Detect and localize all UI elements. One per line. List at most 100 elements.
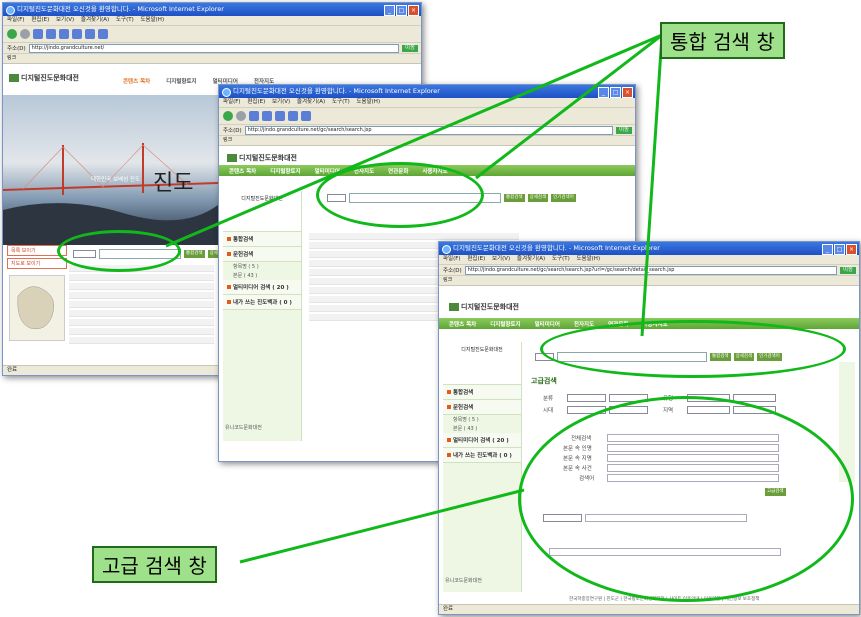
menu-edit[interactable]: 편집(E) bbox=[247, 99, 265, 105]
sidebar-sub-title[interactable]: 항목명 ( 5 ) bbox=[223, 262, 301, 271]
category-select-1[interactable] bbox=[567, 394, 606, 402]
sidebar-item-integrated[interactable]: 통합검색 bbox=[443, 385, 521, 400]
hero-slogan: 대한민국 보배섬 진도 bbox=[91, 177, 141, 183]
left-sidebar: 디지털진도문화대전 통합검색 문헌검색 항목명 ( 5 ) 본문 ( 43 ) … bbox=[223, 191, 302, 441]
list-item[interactable] bbox=[69, 328, 214, 335]
address-input[interactable]: http://jindo.grandculture.net/gc/search/… bbox=[244, 125, 613, 135]
nav-item[interactable]: 디지털향토지 bbox=[490, 320, 520, 328]
menu-favorites[interactable]: 즐겨찾기(A) bbox=[517, 256, 545, 262]
sidebar-item-document[interactable]: 문헌검색 bbox=[443, 400, 521, 415]
maximize-button[interactable]: □ bbox=[610, 87, 621, 98]
go-button[interactable]: 이동 bbox=[616, 126, 632, 134]
menu-bar: 파일(F) 편집(E) 보기(V) 즐겨찾기(A) 도구(T) 도움말(H) bbox=[439, 255, 859, 265]
partner-badge[interactable]: 유니코드문화대전 bbox=[225, 424, 262, 431]
nav-item[interactable]: 디지털향토지 bbox=[270, 167, 300, 175]
go-button[interactable]: 이동 bbox=[840, 266, 856, 274]
nav-item[interactable]: 콘텐츠 목차 bbox=[449, 320, 476, 328]
menu-help[interactable]: 도움말(H) bbox=[576, 256, 600, 262]
stop-icon[interactable] bbox=[249, 111, 259, 121]
sidebar-item-document[interactable]: 문헌검색 bbox=[223, 247, 301, 262]
maximize-button[interactable]: □ bbox=[834, 244, 845, 255]
nav-item[interactable]: 멀티미디어 bbox=[535, 320, 560, 328]
menu-favorites[interactable]: 즐겨찾기(A) bbox=[81, 17, 109, 23]
window-title: 디지털진도문화대전 오신것을 환영합니다. bbox=[17, 5, 131, 13]
menu-file[interactable]: 파일(F) bbox=[443, 256, 461, 262]
menu-tools[interactable]: 도구(T) bbox=[552, 256, 570, 262]
list-item[interactable] bbox=[69, 310, 214, 317]
window-title: 디지털진도문화대전 오신것을 환영합니다. bbox=[453, 244, 567, 252]
list-item[interactable] bbox=[69, 319, 214, 326]
sidebar-item-multimedia[interactable]: 멀티미디어 검색 ( 20 ) bbox=[443, 433, 521, 448]
maximize-button[interactable]: □ bbox=[396, 5, 407, 16]
refresh-icon[interactable] bbox=[46, 29, 56, 39]
list-item[interactable] bbox=[69, 283, 214, 290]
menu-view[interactable]: 보기(V) bbox=[492, 256, 510, 262]
home-search-button[interactable]: 통합검색 bbox=[184, 250, 205, 258]
map-thumbnail[interactable] bbox=[9, 275, 65, 341]
popular-keyword-button[interactable]: 인기검색어 bbox=[551, 194, 576, 202]
news-list bbox=[69, 265, 214, 346]
close-button[interactable]: × bbox=[846, 244, 857, 255]
list-item[interactable] bbox=[69, 292, 214, 299]
menu-help[interactable]: 도움말(H) bbox=[140, 17, 164, 23]
back-icon[interactable] bbox=[7, 29, 17, 39]
browser-toolbar bbox=[219, 108, 635, 125]
refresh-icon[interactable] bbox=[262, 111, 272, 121]
integrated-search-button[interactable]: 통합검색 bbox=[504, 194, 525, 202]
sidebar-sub-body[interactable]: 본문 ( 43 ) bbox=[223, 271, 301, 280]
sidebar-sub-body[interactable]: 본문 ( 43 ) bbox=[443, 424, 521, 433]
sidebar-item-my-encyclopedia[interactable]: 내가 쓰는 진도백과 ( 0 ) bbox=[223, 295, 301, 310]
site-logo[interactable]: 디지털진도문화대전 bbox=[227, 153, 297, 163]
menu-favorites[interactable]: 즐겨찾기(A) bbox=[297, 99, 325, 105]
favorites-icon[interactable] bbox=[301, 111, 311, 121]
menu-view[interactable]: 보기(V) bbox=[272, 99, 290, 105]
map-view-button[interactable]: 지도로 보이기 bbox=[7, 258, 67, 269]
partner-badge[interactable]: 유니코드문화대전 bbox=[445, 577, 482, 584]
site-logo[interactable]: 디지털진도문화대전 bbox=[449, 302, 519, 312]
sidebar-item-my-encyclopedia[interactable]: 내가 쓰는 진도백과 ( 0 ) bbox=[443, 448, 521, 463]
list-item[interactable] bbox=[69, 301, 214, 308]
close-button[interactable]: × bbox=[408, 5, 419, 16]
address-input[interactable]: http://jindo.grandculture.net/ bbox=[28, 43, 399, 53]
links-label: 링크 bbox=[223, 137, 233, 143]
minimize-button[interactable]: _ bbox=[822, 244, 833, 255]
address-input[interactable]: http://jindo.grandculture.net/gc/search/… bbox=[464, 265, 837, 275]
sidebar-sub-title[interactable]: 항목명 ( 5 ) bbox=[443, 415, 521, 424]
left-sidebar: 디지털진도문화대전 통합검색 문헌검색 항목명 ( 5 ) 본문 ( 43 ) … bbox=[443, 342, 522, 592]
nav-item[interactable]: 콘텐츠 목차 bbox=[123, 77, 150, 85]
window-titlebar: 디지털진도문화대전 오신것을 환영합니다. - Microsoft Intern… bbox=[219, 85, 635, 98]
sidebar-item-integrated[interactable]: 통합검색 bbox=[223, 232, 301, 247]
sidebar-item-multimedia[interactable]: 멀티미디어 검색 ( 20 ) bbox=[223, 280, 301, 295]
close-button[interactable]: × bbox=[622, 87, 633, 98]
menu-tools[interactable]: 도구(T) bbox=[116, 17, 134, 23]
forward-icon[interactable] bbox=[236, 111, 246, 121]
search-icon[interactable] bbox=[72, 29, 82, 39]
site-logo[interactable]: 디지털진도문화대전 bbox=[9, 73, 79, 83]
back-icon[interactable] bbox=[223, 111, 233, 121]
search-icon[interactable] bbox=[288, 111, 298, 121]
home-icon[interactable] bbox=[59, 29, 69, 39]
list-item[interactable] bbox=[69, 274, 214, 281]
menu-help[interactable]: 도움말(H) bbox=[356, 99, 380, 105]
home-icon[interactable] bbox=[275, 111, 285, 121]
list-item[interactable] bbox=[69, 337, 214, 344]
window-title-app: Microsoft Internet Explorer bbox=[353, 87, 440, 95]
menu-view[interactable]: 보기(V) bbox=[56, 17, 74, 23]
nav-item[interactable]: 콘텐츠 목차 bbox=[229, 167, 256, 175]
minimize-button[interactable]: _ bbox=[384, 5, 395, 16]
menu-file[interactable]: 파일(F) bbox=[223, 99, 241, 105]
menu-edit[interactable]: 편집(E) bbox=[467, 256, 485, 262]
favorites-icon[interactable] bbox=[85, 29, 95, 39]
stop-icon[interactable] bbox=[33, 29, 43, 39]
menu-file[interactable]: 파일(F) bbox=[7, 17, 25, 23]
window-titlebar: 디지털진도문화대전 오신것을 환영합니다. - Microsoft Intern… bbox=[439, 242, 859, 255]
print-icon[interactable] bbox=[98, 29, 108, 39]
forward-icon[interactable] bbox=[20, 29, 30, 39]
nav-item[interactable]: 디지털향토지 bbox=[166, 77, 196, 85]
menu-tools[interactable]: 도구(T) bbox=[332, 99, 350, 105]
ie-icon bbox=[442, 245, 451, 254]
minimize-button[interactable]: _ bbox=[598, 87, 609, 98]
menu-edit[interactable]: 편집(E) bbox=[31, 17, 49, 23]
detail-search-button[interactable]: 상세검색 bbox=[527, 194, 549, 202]
go-button[interactable]: 이동 bbox=[402, 44, 418, 52]
